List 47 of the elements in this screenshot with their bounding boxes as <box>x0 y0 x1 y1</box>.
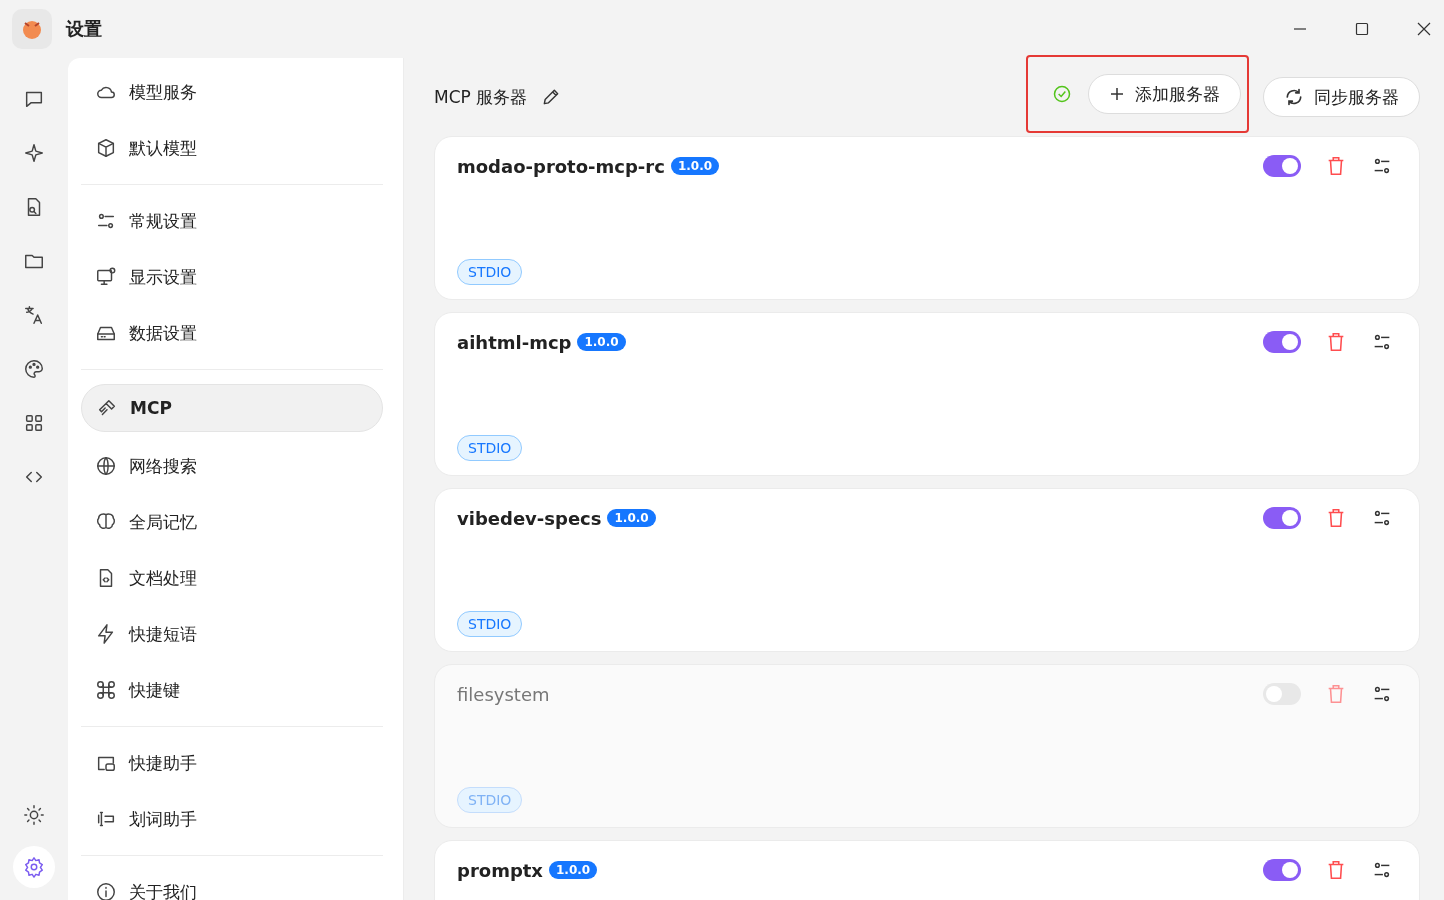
cube-icon <box>95 137 117 159</box>
window-title: 设置 <box>66 17 102 41</box>
nav-item[interactable]: 文档处理 <box>81 556 383 600</box>
nav-item[interactable]: 快捷短语 <box>81 612 383 656</box>
sync-servers-button[interactable]: 同步服务器 <box>1263 77 1420 117</box>
settings-icon[interactable] <box>13 846 55 888</box>
version-badge: 1.0.0 <box>607 509 656 527</box>
server-name: filesystem <box>457 683 550 705</box>
server-name: promptx <box>457 859 543 881</box>
server-name: modao-proto-mcp-rc <box>457 155 665 177</box>
command-icon <box>95 679 117 701</box>
nav-item[interactable]: 模型服务 <box>81 70 383 114</box>
toggle-switch[interactable] <box>1263 331 1301 353</box>
nav-item[interactable]: MCP <box>81 384 383 432</box>
nav-item[interactable]: 网络搜索 <box>81 444 383 488</box>
transport-tag: STDIO <box>457 259 523 285</box>
toggle-switch[interactable] <box>1263 859 1301 881</box>
nav-item[interactable]: 快捷助手 <box>81 741 383 785</box>
nav-item[interactable]: 默认模型 <box>81 126 383 170</box>
toggle-switch[interactable] <box>1263 155 1301 177</box>
nav-item[interactable]: 显示设置 <box>81 255 383 299</box>
close-icon[interactable] <box>1416 21 1432 37</box>
nav-item[interactable]: 常规设置 <box>81 199 383 243</box>
page-title: MCP 服务器 <box>434 85 528 109</box>
transport-tag: STDIO <box>457 435 523 461</box>
version-badge: 1.0.0 <box>577 333 626 351</box>
globe-icon <box>95 455 117 477</box>
check-circle-icon <box>1052 84 1072 104</box>
nav-item[interactable]: 关于我们 <box>81 870 383 900</box>
transport-tag: STDIO <box>457 787 523 813</box>
version-badge: 1.0.0 <box>549 861 598 879</box>
nav-item[interactable]: 快捷键 <box>81 668 383 712</box>
info-icon <box>95 881 117 900</box>
nav-item[interactable]: 全局记忆 <box>81 500 383 544</box>
add-server-button[interactable]: 添加服务器 <box>1088 74 1241 114</box>
refresh-icon <box>1284 87 1304 107</box>
nav-item[interactable]: 数据设置 <box>81 311 383 355</box>
server-name: vibedev-specs <box>457 507 602 529</box>
server-name: aihtml-mcp <box>457 331 572 353</box>
nav-item[interactable]: 划词助手 <box>81 797 383 841</box>
transport-tag: STDIO <box>457 611 523 637</box>
version-badge: 1.0.0 <box>670 157 720 175</box>
maximize-icon[interactable] <box>1354 21 1370 37</box>
monitor-icon <box>95 266 117 288</box>
toggle-switch[interactable] <box>1263 507 1301 529</box>
plus-icon <box>1109 86 1125 102</box>
app-logo-icon <box>12 9 52 49</box>
